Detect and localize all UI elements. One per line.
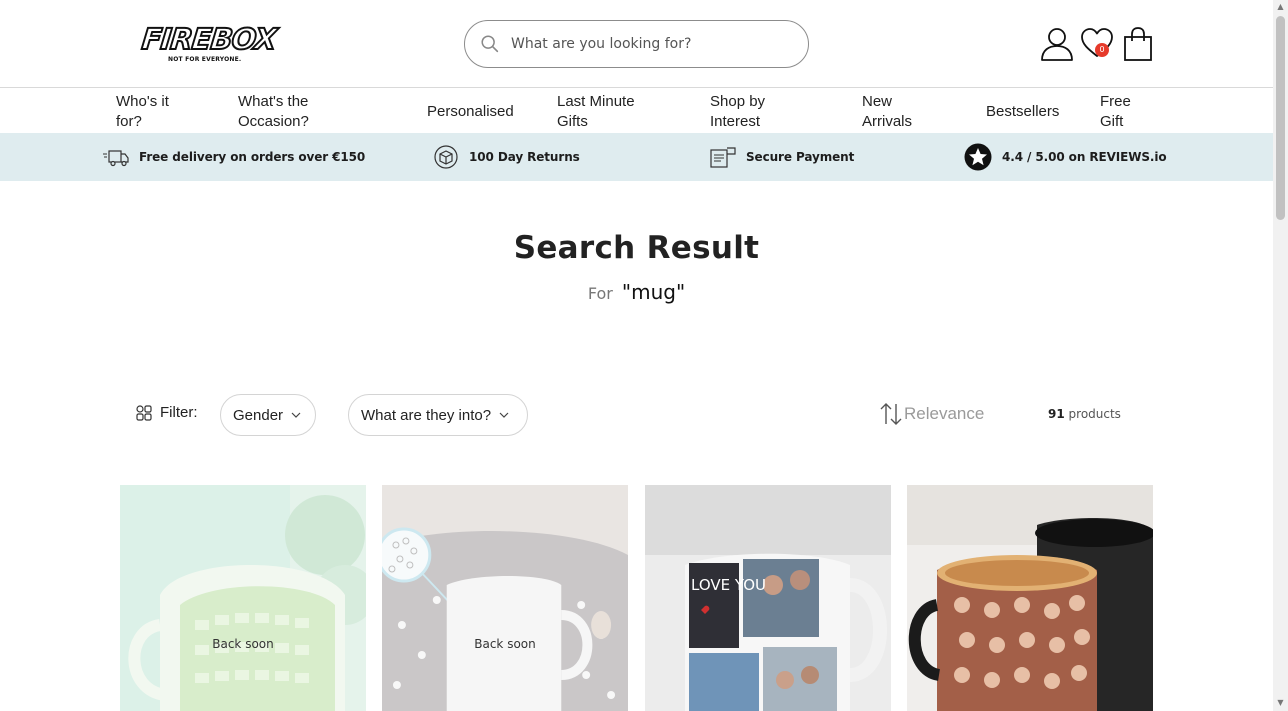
secure-payment-icon	[710, 147, 736, 168]
usp-reviews-text[interactable]: 4.4 / 5.00 on REVIEWS.io	[1002, 150, 1167, 164]
reviews-star-icon	[964, 143, 992, 171]
shopping-bag-icon[interactable]	[1121, 26, 1155, 62]
site-header: FIREBOX NOT FOR EVERYONE. 0	[0, 0, 1273, 88]
main-navigation: Who's it for? What's the Occasion? Perso…	[0, 88, 1273, 133]
chevron-down-icon	[499, 412, 509, 418]
product-card[interactable]: Back soon	[382, 485, 628, 711]
search-query-term: "mug"	[621, 280, 686, 304]
nav-item-personalised[interactable]: Personalised	[427, 102, 537, 122]
filter-grid-icon	[136, 404, 152, 421]
product-card[interactable]: Back soon	[120, 485, 366, 711]
sort-arrows-icon	[880, 403, 902, 425]
nav-item-last-minute-gifts[interactable]: Last Minute Gifts	[557, 92, 667, 132]
logo-tagline: NOT FOR EVERYONE.	[168, 56, 242, 63]
search-query-line: For "mug"	[0, 280, 1273, 304]
filter-label: Filter:	[160, 404, 198, 421]
product-out-of-stock-overlay	[120, 485, 366, 711]
nav-item-occasion[interactable]: What's the Occasion?	[238, 92, 348, 132]
page-scrollbar[interactable]: ▲ ▼	[1273, 0, 1288, 711]
interest-filter-dropdown[interactable]: What are they into?	[348, 394, 528, 436]
chevron-down-icon	[291, 412, 301, 418]
search-icon[interactable]	[479, 33, 501, 55]
svg-text:LOVE YOU: LOVE YOU	[691, 576, 766, 594]
gender-filter-dropdown[interactable]: Gender	[220, 394, 316, 436]
interest-filter-label: What are they into?	[361, 406, 492, 424]
gender-filter-label: Gender	[233, 406, 284, 424]
product-status: Back soon	[474, 637, 536, 651]
filter-toggle[interactable]: Filter:	[136, 404, 198, 421]
usp-free-delivery: Free delivery on orders over €150	[103, 133, 365, 181]
sort-dropdown[interactable]: Relevance	[880, 402, 984, 426]
product-count-suffix: products	[1068, 407, 1121, 421]
wishlist-count-badge: 0	[1095, 43, 1109, 57]
returns-box-icon	[434, 145, 458, 169]
search-input[interactable]	[511, 31, 796, 57]
sort-label: Relevance	[904, 404, 985, 423]
product-status: Back soon	[212, 637, 274, 651]
usp-secure-payment: Secure Payment	[710, 133, 854, 181]
firebox-logo[interactable]: FIREBOX NOT FOR EVERYONE.	[139, 21, 278, 66]
usp-returns-text: 100 Day Returns	[469, 150, 580, 164]
product-card[interactable]: LOVE YOU	[645, 485, 891, 711]
scroll-up-arrow-icon[interactable]: ▲	[1276, 3, 1285, 11]
product-image-photo-collage-mug[interactable]: LOVE YOU	[645, 485, 891, 711]
nav-item-whos-it-for[interactable]: Who's it for?	[116, 92, 191, 132]
search-for-label: For	[587, 284, 613, 303]
scrollbar-thumb[interactable]	[1276, 16, 1285, 220]
product-count-number: 91	[1048, 407, 1065, 421]
nav-item-new-arrivals[interactable]: New Arrivals	[862, 92, 932, 132]
page-title: Search Result	[513, 230, 760, 266]
search-bar[interactable]	[464, 20, 809, 68]
account-icon[interactable]	[1040, 26, 1074, 62]
usp-reviews[interactable]: 4.4 / 5.00 on REVIEWS.io	[964, 133, 1167, 181]
usp-returns: 100 Day Returns	[433, 133, 580, 181]
product-out-of-stock-overlay	[382, 485, 628, 711]
nav-item-bestsellers[interactable]: Bestsellers	[986, 102, 1086, 122]
usp-secure-payment-text: Secure Payment	[746, 150, 855, 164]
usp-free-delivery-text: Free delivery on orders over €150	[139, 150, 366, 164]
delivery-truck-icon	[103, 150, 129, 167]
nav-item-shop-by-interest[interactable]: Shop by Interest	[710, 92, 800, 132]
product-card[interactable]	[907, 485, 1153, 711]
logo-wordmark: FIREBOX	[139, 21, 278, 57]
product-count: 91 products	[1048, 407, 1121, 421]
scroll-down-arrow-icon[interactable]: ▼	[1276, 699, 1285, 707]
usp-bar: Free delivery on orders over €150 100 Da…	[0, 133, 1273, 181]
product-image-face-print-mug[interactable]	[907, 485, 1153, 711]
nav-item-free-gift[interactable]: Free Gift	[1100, 92, 1145, 132]
